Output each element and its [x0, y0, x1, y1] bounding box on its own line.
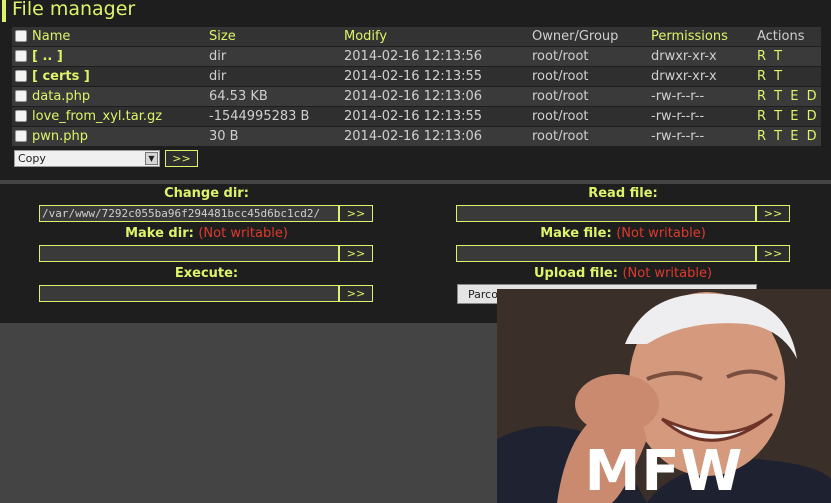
make-dir-warning: (Not writable) [198, 226, 288, 241]
make-file-warning: (Not writable) [616, 226, 706, 241]
file-manager-panel: File manager Name Size Modify Owner/Grou… [0, 0, 831, 180]
column-header-name[interactable]: Name [32, 29, 70, 44]
table-row: [ .. ] dir 2014-02-16 12:13:56 root/root… [12, 47, 821, 67]
row-checkbox[interactable] [15, 90, 27, 102]
dir-link-certs[interactable]: [ certs ] [32, 69, 90, 84]
title-accent [2, 0, 6, 22]
chevron-down-icon: ▼ [145, 152, 158, 165]
file-link-love-from-xyl[interactable]: love_from_xyl.tar.gz [32, 109, 162, 124]
modify-cell: 2014-02-16 12:13:56 [344, 49, 483, 64]
modify-cell: 2014-02-16 12:13:55 [344, 109, 483, 124]
row-checkbox[interactable] [15, 110, 27, 122]
read-file-input[interactable] [456, 205, 756, 222]
owner-cell: root/root [532, 109, 589, 124]
page-title: File manager [12, 0, 136, 20]
actions-cell[interactable]: R T [757, 49, 784, 64]
actions-cell[interactable]: R T [757, 69, 784, 84]
column-header-owner: Owner/Group [532, 29, 619, 44]
actions-cell[interactable]: R T E D [757, 89, 819, 104]
file-link-pwn-php[interactable]: pwn.php [32, 129, 88, 144]
table-row: data.php 64.53 KB 2014-02-16 12:13:06 ro… [12, 87, 821, 107]
make-dir-submit-button[interactable]: >> [339, 245, 373, 262]
execute-submit-button[interactable]: >> [339, 285, 373, 302]
bulk-action-select[interactable]: Copy ▼ [14, 150, 160, 167]
actions-cell[interactable]: R T E D [757, 109, 819, 124]
change-dir-input[interactable]: /var/www/7292c055ba96f294481bcc45d6bc1cd… [39, 205, 339, 222]
change-dir-label: Change dir: [164, 186, 249, 201]
table-row: [ certs ] dir 2014-02-16 12:13:55 root/r… [12, 67, 821, 87]
execute-label: Execute: [174, 266, 239, 281]
table-row: pwn.php 30 B 2014-02-16 12:13:06 root/ro… [12, 127, 821, 147]
modify-cell: 2014-02-16 12:13:06 [344, 129, 483, 144]
read-file-label: Read file: [588, 186, 658, 201]
parent-dir-link[interactable]: [ .. ] [32, 49, 63, 64]
bulk-submit-button[interactable]: >> [165, 150, 198, 167]
permissions-cell[interactable]: -rw-r--r-- [651, 109, 704, 124]
row-checkbox[interactable] [15, 130, 27, 142]
column-header-permissions[interactable]: Permissions [651, 29, 728, 44]
actions-cell[interactable]: R T E D [757, 129, 819, 144]
make-dir-label: Make dir: (Not writable) [125, 226, 288, 241]
make-file-label: Make file: (Not writable) [540, 226, 706, 241]
modify-cell: 2014-02-16 12:13:55 [344, 69, 483, 84]
row-checkbox[interactable] [15, 50, 27, 62]
make-file-input[interactable] [456, 245, 756, 262]
permissions-cell[interactable]: drwxr-xr-x [651, 49, 717, 64]
meme-caption: MFW [584, 439, 744, 503]
modify-cell: 2014-02-16 12:13:06 [344, 89, 483, 104]
execute-input[interactable] [39, 285, 339, 302]
select-all-checkbox[interactable] [15, 30, 27, 42]
row-checkbox[interactable] [15, 70, 27, 82]
upload-file-label: Upload file: (Not writable) [533, 266, 713, 281]
table-header-row: Name Size Modify Owner/Group Permissions… [12, 27, 821, 47]
size-cell: dir [209, 69, 227, 84]
make-file-submit-button[interactable]: >> [756, 245, 790, 262]
permissions-cell[interactable]: -rw-r--r-- [651, 89, 704, 104]
owner-cell: root/root [532, 49, 589, 64]
file-link-data-php[interactable]: data.php [32, 89, 90, 104]
make-dir-input[interactable] [39, 245, 339, 262]
column-header-modify[interactable]: Modify [344, 29, 387, 44]
size-cell: -1544995283 B [209, 109, 310, 124]
permissions-cell[interactable]: -rw-r--r-- [651, 129, 704, 144]
bulk-action-selected: Copy [18, 152, 46, 165]
column-header-size[interactable]: Size [209, 29, 236, 44]
size-cell: 64.53 KB [209, 89, 268, 104]
size-cell: dir [209, 49, 227, 64]
owner-cell: root/root [532, 69, 589, 84]
read-file-submit-button[interactable]: >> [756, 205, 790, 222]
title-bar: File manager [0, 0, 831, 22]
file-table: Name Size Modify Owner/Group Permissions… [12, 27, 821, 147]
change-dir-submit-button[interactable]: >> [339, 205, 373, 222]
size-cell: 30 B [209, 129, 239, 144]
meme-image: MFW [497, 289, 831, 503]
owner-cell: root/root [532, 89, 589, 104]
column-header-actions: Actions [757, 29, 805, 44]
owner-cell: root/root [532, 129, 589, 144]
permissions-cell[interactable]: drwxr-xr-x [651, 69, 717, 84]
table-row: love_from_xyl.tar.gz -1544995283 B 2014-… [12, 107, 821, 127]
upload-file-warning: (Not writable) [622, 266, 713, 281]
